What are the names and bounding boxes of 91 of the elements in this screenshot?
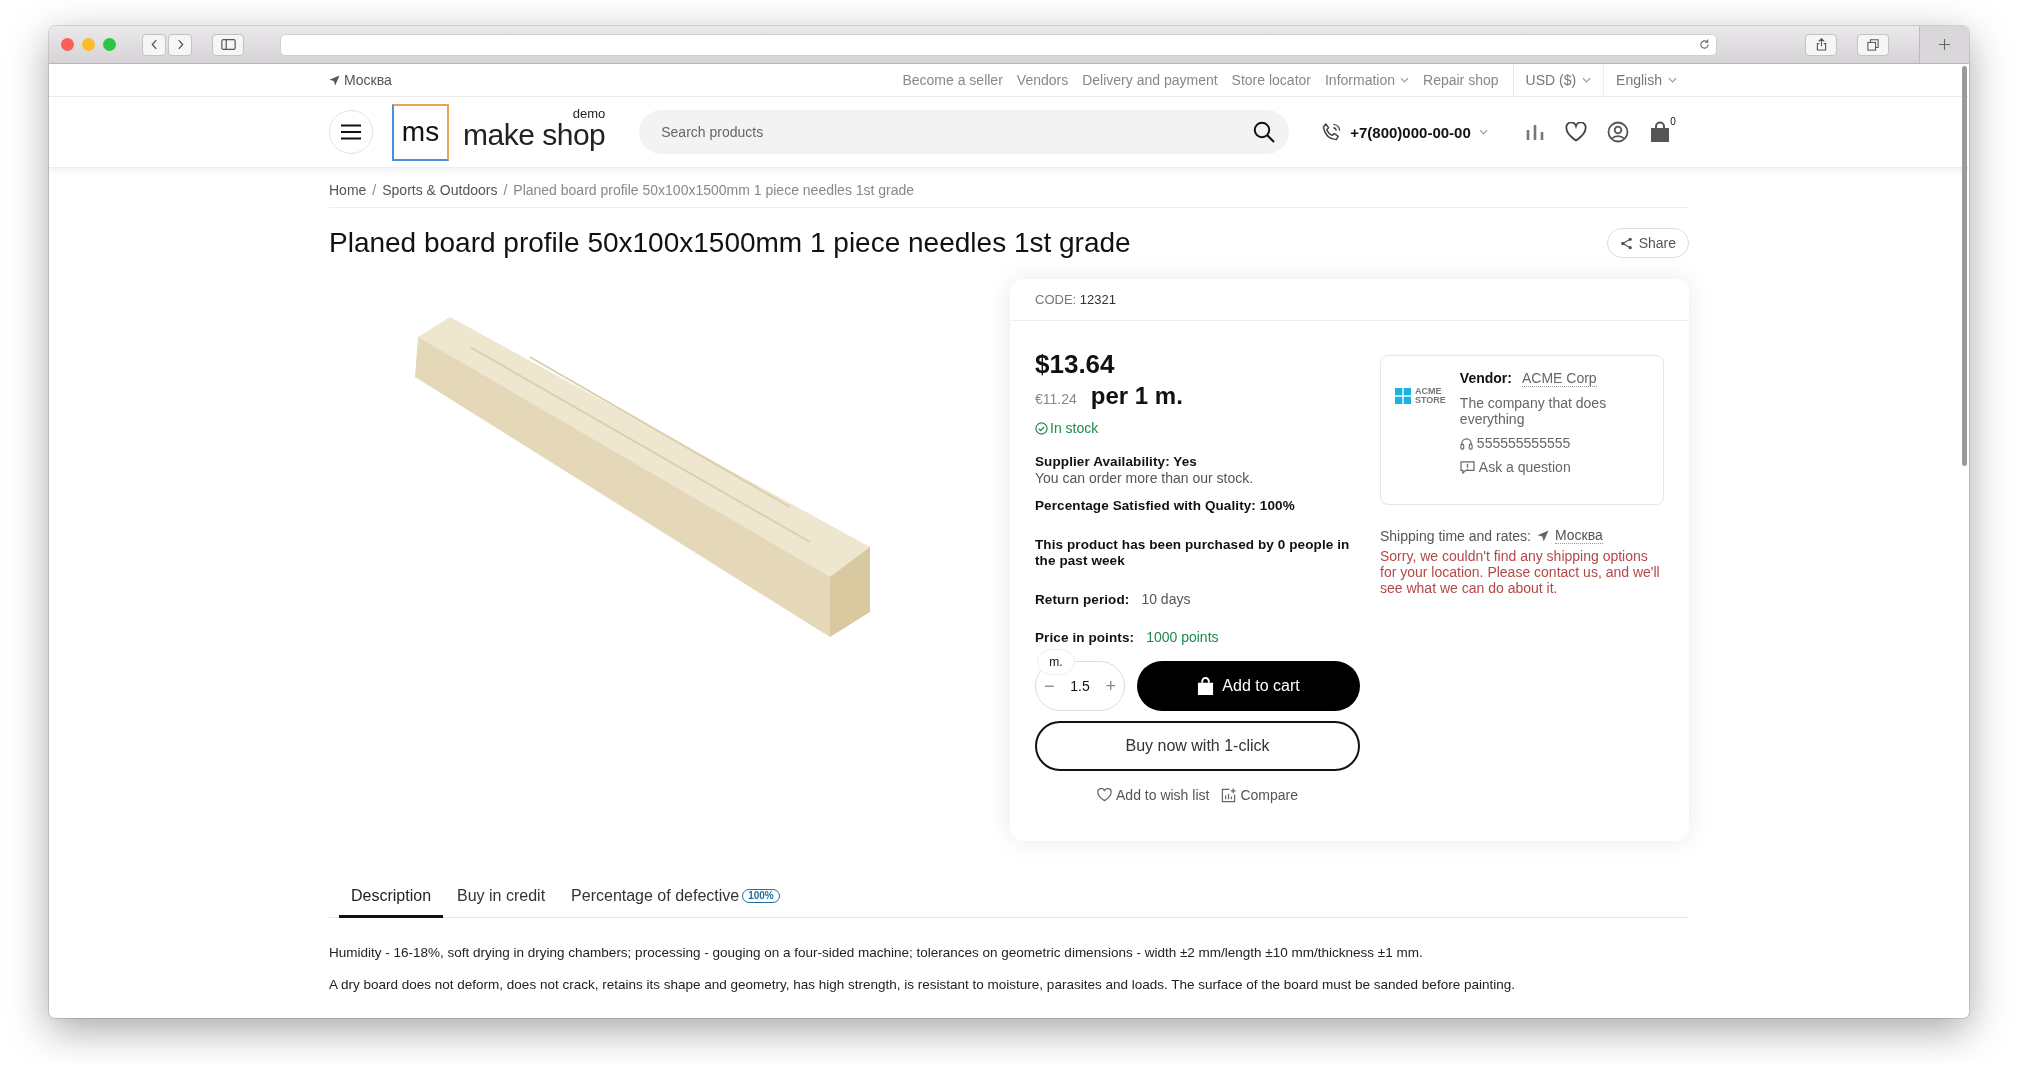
- shipping-location-link[interactable]: Москва: [1555, 527, 1603, 544]
- shipping-label: Shipping time and rates:: [1380, 527, 1531, 544]
- vendor-description: The company that does everything: [1459, 395, 1608, 427]
- share-icon: [1619, 236, 1633, 250]
- tabs-icon: [1867, 38, 1879, 51]
- message-alert-icon: [1459, 460, 1475, 474]
- vendor-logo: ACME STORE: [1395, 370, 1446, 422]
- sidebar-icon: [220, 39, 236, 50]
- headset-icon: [1459, 436, 1473, 450]
- search-input[interactable]: Search products: [659, 123, 1254, 141]
- wishlist-link[interactable]: Add to wish list: [1097, 787, 1210, 803]
- back-button[interactable]: [142, 33, 166, 56]
- tabs-overview-button[interactable]: [1857, 33, 1889, 56]
- shopping-bag-icon[interactable]: [1649, 121, 1671, 143]
- vendor-label: Vendor:: [1459, 370, 1512, 387]
- supplier-availability: Supplier Availability: Yes: [1035, 454, 1198, 469]
- reload-icon[interactable]: [1699, 39, 1710, 50]
- buy-now-button[interactable]: Buy now with 1-click: [1035, 721, 1360, 771]
- menu-button[interactable]: [329, 110, 373, 154]
- top-menu-link[interactable]: Delivery and payment: [1082, 72, 1218, 88]
- top-menu-link[interactable]: Store locator: [1231, 72, 1311, 88]
- check-circle-icon: [1035, 421, 1048, 435]
- menu-icon: [341, 124, 361, 140]
- top-menu-link[interactable]: Become a seller: [902, 72, 1003, 88]
- share-button[interactable]: Share: [1606, 228, 1689, 258]
- product-title: Planed board profile 50x100x1500mm 1 piece needles 1st grade: [329, 227, 1131, 259]
- chevron-right-icon: [176, 39, 184, 50]
- language-selector[interactable]: English: [1603, 64, 1689, 96]
- share-icon: [1815, 38, 1827, 51]
- product-code: CODE: 12321: [1010, 279, 1689, 321]
- ask-question-link[interactable]: Ask a question: [1459, 459, 1571, 475]
- alt-price: €11.24: [1035, 391, 1077, 407]
- quantity-value: 1.5: [1070, 678, 1090, 694]
- description-paragraph: A dry board does not deform, does not crack, retains its shape and geometry, has high strength, is resistant to moisture, parasites and loads. The surface of the board must be sanded before painting.: [329, 976, 1516, 994]
- points-label: Price in points:: [1035, 629, 1135, 645]
- heart-icon: [1097, 788, 1112, 802]
- search-icon[interactable]: [1253, 121, 1276, 143]
- heart-icon[interactable]: [1565, 122, 1587, 142]
- vendor-phone: 555555555555: [1459, 435, 1571, 451]
- phone-icon: [1321, 121, 1343, 143]
- compare-chart-icon: [1221, 787, 1237, 803]
- location-arrow-icon: [329, 74, 340, 86]
- top-menu-link[interactable]: Vendors: [1016, 72, 1069, 88]
- caret-icon: [1582, 77, 1592, 83]
- top-menu-link[interactable]: Information: [1324, 72, 1409, 88]
- price: $13.64: [1035, 349, 1116, 380]
- quality-rating: Percentage Satisfied with Quality: 100%: [1035, 498, 1296, 513]
- chevron-left-icon: [150, 39, 158, 50]
- top-menu-link[interactable]: Repair shop: [1423, 72, 1499, 88]
- tab[interactable]: Percentage of defective 100%: [559, 877, 792, 918]
- demo-label: demo: [572, 106, 606, 120]
- search-field[interactable]: Search products: [639, 110, 1290, 154]
- return-value: 10 days: [1141, 591, 1191, 607]
- scrollbar[interactable]: [1962, 66, 1967, 466]
- description-paragraph: Humidity - 16-18%, soft drying in drying chambers; processing - gouging on a four-sided machine; tolerances on geometric dimensions - width ±2 mm/length ±10 mm/thickness ±1 mm.: [329, 944, 1424, 962]
- tab[interactable]: Buy in credit: [445, 877, 558, 918]
- stock-status: In stock: [1035, 420, 1099, 436]
- store-mark-icon: [1395, 388, 1411, 404]
- price-unit: per 1 m.: [1090, 382, 1183, 410]
- logo-text[interactable]: make shop: [463, 119, 606, 150]
- shipping-error-message: Sorry, we couldn't find any shipping options for your location. Please contact us, and we'll see what we can do about it.: [1380, 548, 1661, 596]
- add-to-cart-button[interactable]: Add to cart: [1137, 661, 1360, 711]
- increase-button[interactable]: +: [1103, 675, 1118, 697]
- caret-icon: [1668, 77, 1677, 83]
- plus-icon: [1939, 39, 1950, 50]
- tab[interactable]: Description: [339, 877, 444, 918]
- bar-chart-icon[interactable]: [1525, 122, 1545, 142]
- purchase-count: This product has been purchased by 0 people in the past week: [1035, 537, 1351, 569]
- location-link[interactable]: Москва: [344, 72, 392, 88]
- user-icon[interactable]: [1607, 121, 1629, 143]
- return-label: Return period:: [1035, 591, 1130, 607]
- decrease-button[interactable]: −: [1042, 675, 1057, 697]
- forward-button[interactable]: [168, 33, 192, 56]
- breadcrumb-link[interactable]: Planed board profile 50x100x1500mm 1 piece needles 1st grade: [513, 181, 915, 198]
- logo-mark[interactable]: ms: [392, 103, 449, 161]
- supplier-note: You can order more than our stock.: [1035, 470, 1255, 486]
- currency-selector[interactable]: USD ($): [1512, 64, 1604, 96]
- sidebar-button[interactable]: [212, 33, 244, 56]
- breadcrumb-link[interactable]: Sports & Outdoors: [382, 181, 498, 198]
- breadcrumb-link[interactable]: Home: [329, 181, 367, 198]
- share-button[interactable]: [1805, 33, 1837, 56]
- vendor-link[interactable]: ACME Corp: [1521, 370, 1597, 387]
- caret-icon: [1478, 129, 1488, 135]
- shopping-bag-icon: [1197, 676, 1215, 696]
- breadcrumb-separator: /: [503, 181, 508, 198]
- points-value: 1000 points: [1146, 629, 1219, 645]
- compare-link[interactable]: Compare: [1221, 787, 1298, 803]
- breadcrumb-separator: /: [372, 181, 377, 198]
- location-arrow-icon: [1537, 529, 1549, 542]
- phone-link[interactable]: +7(800)000-00-00: [1321, 121, 1488, 143]
- unit-label: m.: [1037, 649, 1075, 675]
